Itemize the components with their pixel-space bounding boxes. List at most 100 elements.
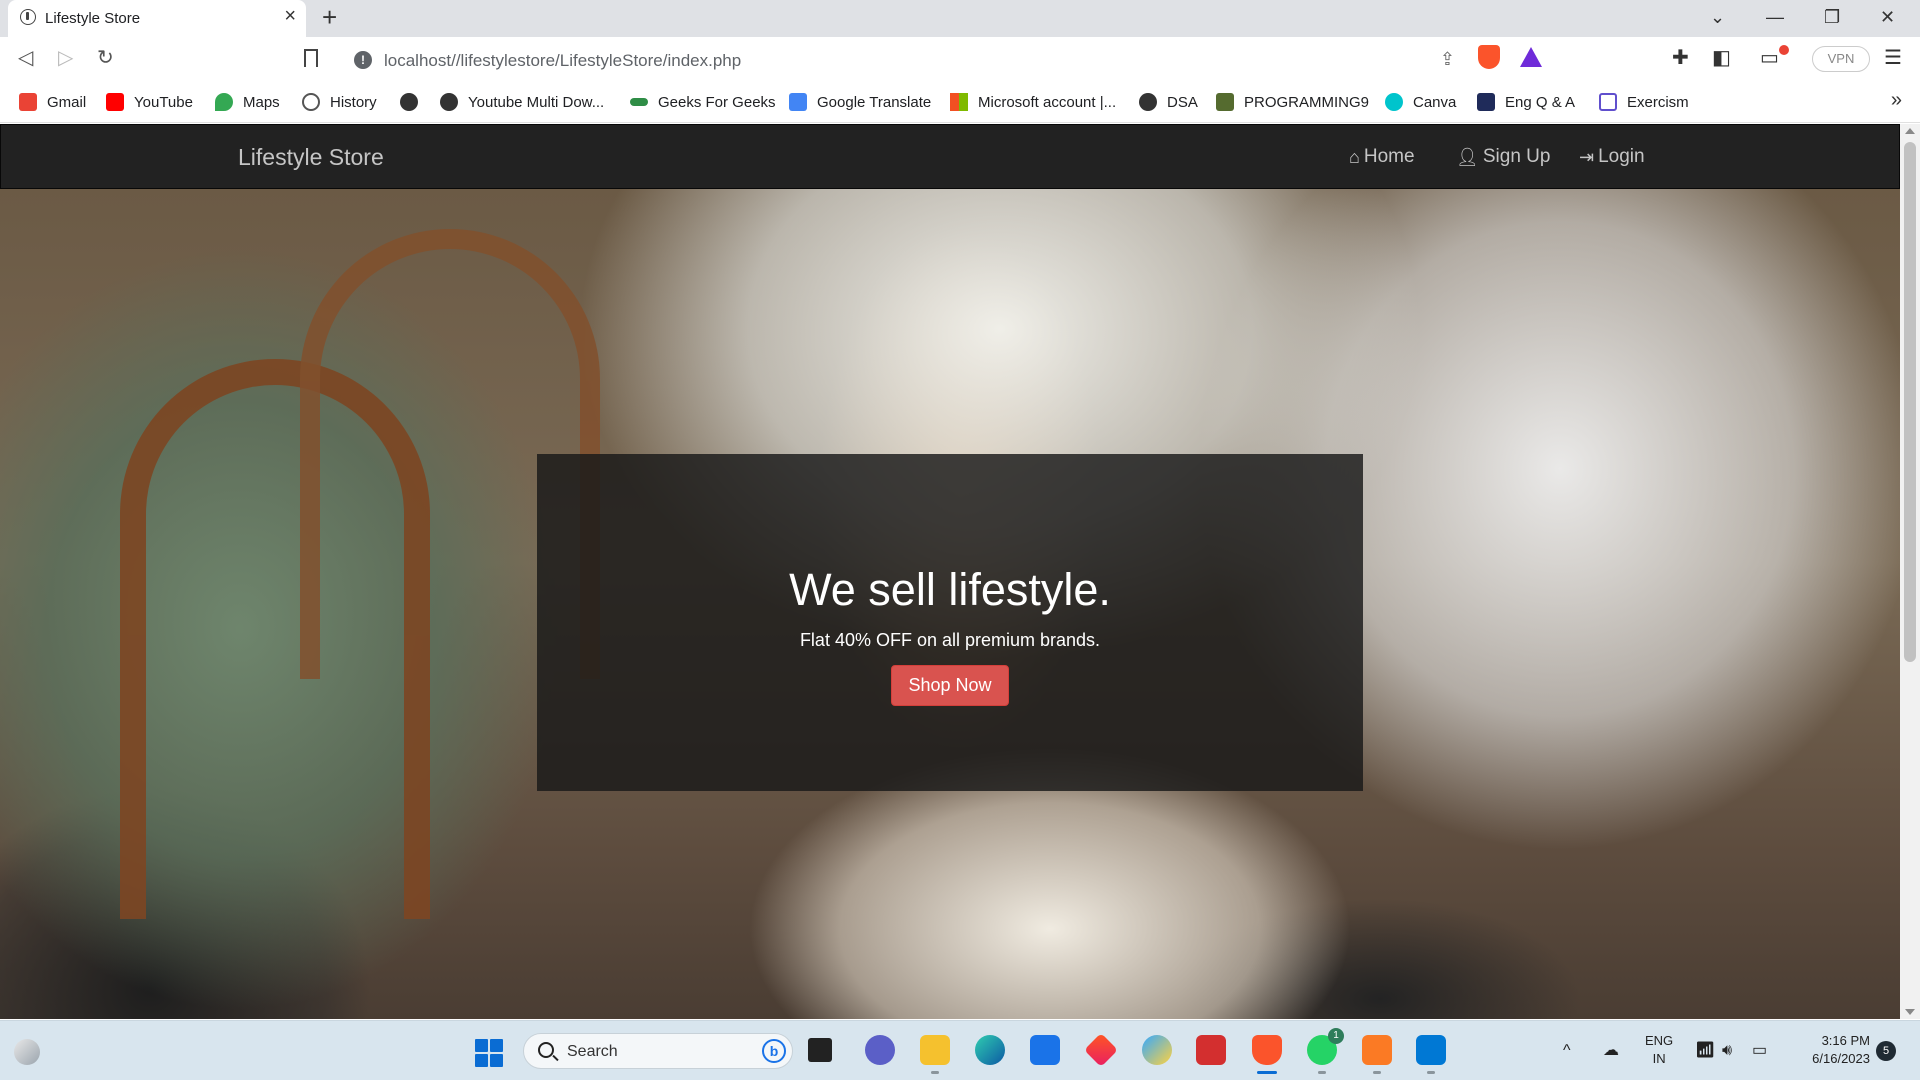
shop-now-button[interactable]: Shop Now xyxy=(891,665,1009,706)
hero-subtext: Flat 40% OFF on all premium brands. xyxy=(799,630,1101,650)
bookmark-geeks-for-geeks[interactable]: Geeks For Geeks xyxy=(630,91,776,113)
bookmark-label: Youtube Multi Dow... xyxy=(468,93,605,111)
vscode-icon[interactable] xyxy=(1416,1035,1446,1074)
gmail-icon xyxy=(19,93,37,111)
bookmark-microsoft-account[interactable]: Microsoft account |... xyxy=(950,91,1116,113)
nav-login-link[interactable]: ⇥ Login xyxy=(1579,146,1645,168)
menu-icon[interactable]: ☰ xyxy=(1884,47,1902,69)
task-view-icon[interactable] xyxy=(808,1038,832,1062)
close-window-button[interactable]: ✕ xyxy=(1880,6,1895,28)
address-bar[interactable]: ! localhost//lifestylestore/LifestyleSto… xyxy=(344,43,1555,77)
new-tab-button[interactable]: + xyxy=(322,3,337,31)
sidebar-icon[interactable]: ◧ xyxy=(1712,47,1731,69)
youtube-icon xyxy=(106,93,124,111)
bookmark-eng-q-and-a[interactable]: Eng Q & A xyxy=(1477,91,1575,113)
bookmark-maps[interactable]: Maps xyxy=(215,91,280,113)
bookmark-label: History xyxy=(330,93,377,111)
maps-icon xyxy=(215,93,233,111)
wallet-icon[interactable]: ▭ xyxy=(1760,47,1779,69)
eng-qa-icon xyxy=(1477,93,1495,111)
hero-headline: We sell lifestyle. xyxy=(789,564,1111,615)
bookmark-label: Geeks For Geeks xyxy=(658,93,776,111)
site-navbar: Lifestyle Store ⌂ Home 👤︎ Sign Up ⇥ Logi… xyxy=(0,124,1900,189)
site-brand[interactable]: Lifestyle Store xyxy=(238,144,384,171)
bookmark-label: Google Translate xyxy=(817,93,932,111)
wallet-notification-dot xyxy=(1779,45,1789,55)
show-hidden-icons-chevron-icon[interactable]: ^ xyxy=(1563,1039,1571,1063)
url-text[interactable]: localhost//lifestylestore/LifestyleStore… xyxy=(384,51,741,71)
onedrive-icon[interactable]: ☁ xyxy=(1603,1039,1619,1063)
brave-rewards-icon[interactable] xyxy=(1520,47,1542,67)
geeksforgeeks-icon xyxy=(630,98,648,106)
page-scrollbar[interactable] xyxy=(1900,124,1920,1019)
bookmark-label: Exercism xyxy=(1627,93,1689,111)
microsoft-icon xyxy=(950,93,968,111)
bookmark-youtube-multi-downloader[interactable]: Youtube Multi Dow... xyxy=(440,91,604,113)
tab-search-chevron-icon[interactable]: ⌄ xyxy=(1710,6,1725,28)
bookmark-page-icon[interactable] xyxy=(304,49,318,67)
bookmarks-bar: Gmail YouTube Maps History Youtube Multi… xyxy=(0,83,1920,123)
brave-shields-icon[interactable] xyxy=(1478,45,1500,69)
bookmark-canva[interactable]: Canva xyxy=(1385,91,1456,113)
restore-button[interactable]: ❐ xyxy=(1824,6,1840,28)
bookmark-history[interactable]: History xyxy=(302,91,377,113)
clock-date: 6/16/2023 xyxy=(1812,1051,1870,1066)
extensions-icon[interactable]: ✚ xyxy=(1672,47,1689,69)
teams-chat-icon[interactable] xyxy=(865,1035,895,1065)
bookmark-youtube[interactable]: YouTube xyxy=(106,91,193,113)
nav-home-label: Home xyxy=(1363,146,1415,167)
wifi-icon[interactable]: 📶︎ xyxy=(1695,1039,1715,1063)
notification-count-badge[interactable]: 5 xyxy=(1876,1041,1896,1061)
system-clock[interactable]: 3:16 PM 6/16/2023 xyxy=(1790,1032,1870,1068)
battery-icon[interactable]: ▭ xyxy=(1752,1039,1767,1063)
bookmark-dsa[interactable]: DSA xyxy=(1139,91,1198,113)
xampp-icon[interactable] xyxy=(1362,1035,1392,1074)
forward-button[interactable]: ▷ xyxy=(58,47,73,69)
scroll-up-icon[interactable] xyxy=(1905,128,1915,134)
share-icon[interactable]: ⇪ xyxy=(1440,49,1455,70)
copilot-icon[interactable] xyxy=(1142,1035,1172,1065)
taskbar-search-box[interactable]: Search b xyxy=(523,1033,793,1069)
nav-signup-link[interactable]: 👤︎ Sign Up xyxy=(1456,146,1550,168)
history-icon xyxy=(302,93,320,111)
bookmark-globe[interactable] xyxy=(400,91,428,113)
bookmarks-overflow-chevron-icon[interactable]: » xyxy=(1891,89,1902,112)
bookmark-label: Gmail xyxy=(47,93,87,111)
globe-icon xyxy=(400,93,418,111)
file-explorer-icon[interactable] xyxy=(920,1035,950,1074)
edge-icon[interactable] xyxy=(975,1035,1005,1065)
start-button[interactable] xyxy=(475,1039,503,1067)
office-app-icon[interactable] xyxy=(1084,1033,1118,1067)
windows-taskbar: Search b 1 ^ ☁ ENG IN 📶︎ 🔊︎ ▭ 3:16 PM 6/… xyxy=(0,1020,1920,1080)
input-language-indicator[interactable]: ENG IN xyxy=(1645,1032,1673,1068)
canva-icon xyxy=(1385,93,1403,111)
whatsapp-icon[interactable]: 1 xyxy=(1307,1028,1344,1074)
minimize-button[interactable]: — xyxy=(1766,6,1784,28)
brave-browser-icon[interactable] xyxy=(1252,1035,1282,1074)
nav-home-link[interactable]: ⌂ Home xyxy=(1349,146,1415,168)
tab-close-icon[interactable]: × xyxy=(284,6,296,26)
site-info-icon[interactable]: ! xyxy=(354,51,372,69)
bookmark-gmail[interactable]: Gmail xyxy=(19,91,86,113)
nav-signup-label: Sign Up xyxy=(1482,146,1551,167)
browser-tab-active[interactable]: Lifestyle Store × xyxy=(8,0,306,37)
bookmark-google-translate[interactable]: Google Translate xyxy=(789,91,931,113)
reload-button[interactable]: ↻ xyxy=(97,47,114,69)
nav-login-label: Login xyxy=(1598,146,1645,167)
bookmark-label: PROGRAMMING9 xyxy=(1244,93,1370,111)
weather-widget-icon[interactable] xyxy=(14,1039,40,1065)
vpn-button[interactable]: VPN xyxy=(1812,46,1870,72)
bookmark-programming9[interactable]: PROGRAMMING9 xyxy=(1216,91,1369,113)
bing-icon[interactable]: b xyxy=(762,1039,786,1063)
volume-icon[interactable]: 🔊︎ xyxy=(1722,1039,1732,1063)
mcafee-icon[interactable] xyxy=(1196,1035,1226,1065)
programming9-icon xyxy=(1216,93,1234,111)
bookmark-exercism[interactable]: Exercism xyxy=(1599,91,1689,113)
back-button[interactable]: ◁ xyxy=(18,47,33,69)
scrollbar-thumb[interactable] xyxy=(1904,142,1916,662)
scroll-down-icon[interactable] xyxy=(1905,1009,1915,1015)
exercism-icon xyxy=(1599,93,1617,111)
microsoft-store-icon[interactable] xyxy=(1030,1035,1060,1065)
tab-title: Lifestyle Store xyxy=(45,10,141,27)
user-icon: 👤︎ xyxy=(1456,146,1479,167)
